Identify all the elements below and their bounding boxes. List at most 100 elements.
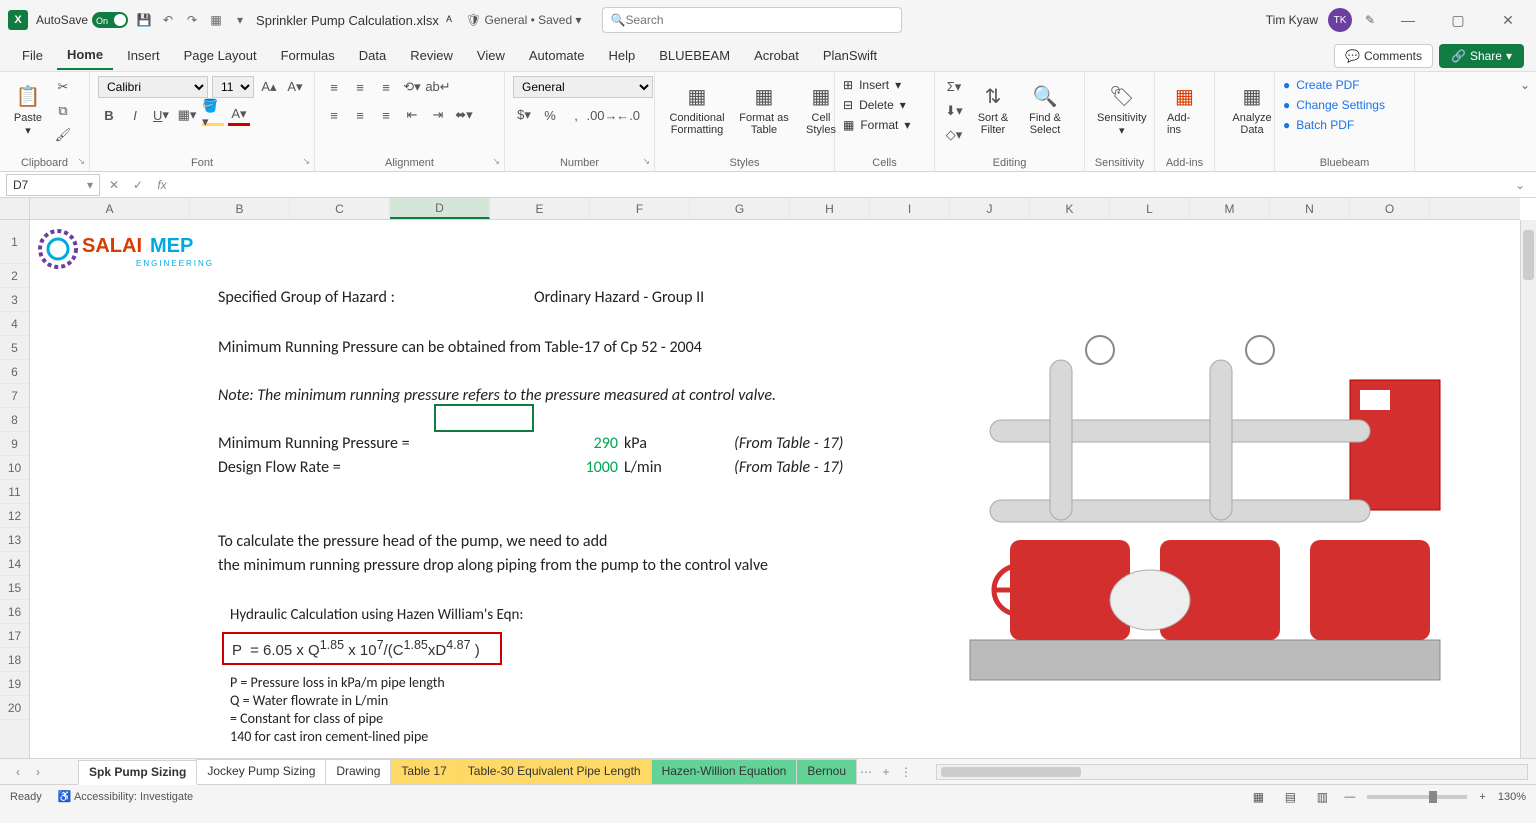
row-header-11[interactable]: 11 (0, 480, 29, 504)
sheet-tab-jockey-pump-sizing[interactable]: Jockey Pump Sizing (196, 759, 326, 784)
row-header-13[interactable]: 13 (0, 528, 29, 552)
page-layout-icon[interactable]: ▤ (1280, 789, 1300, 805)
row-header-15[interactable]: 15 (0, 576, 29, 600)
delete-button[interactable]: ⊟Delete ▾ (843, 96, 906, 114)
cell-legend-q[interactable]: Q = Water flowrate in L/min (230, 692, 388, 709)
tab-bluebeam[interactable]: BLUEBEAM (649, 42, 740, 69)
sheet-tab-bernou[interactable]: Bernou (796, 759, 857, 784)
row-header-9[interactable]: 9 (0, 432, 29, 456)
user-name[interactable]: Tim Kyaw (1266, 13, 1318, 27)
align-center-icon[interactable]: ≡ (349, 104, 371, 126)
col-header-B[interactable]: B (190, 198, 290, 219)
row-header-7[interactable]: 7 (0, 384, 29, 408)
tab-planswift[interactable]: PlanSwift (813, 42, 887, 69)
col-header-O[interactable]: O (1350, 198, 1430, 219)
normal-view-icon[interactable]: ▦ (1248, 789, 1268, 805)
status-accessibility[interactable]: ♿ Accessibility: Investigate (58, 790, 193, 803)
cell-pressure-source[interactable]: Minimum Running Pressure can be obtained… (218, 338, 702, 357)
insert-button[interactable]: ⊞Insert ▾ (843, 76, 901, 94)
file-name[interactable]: Sprinkler Pump Calculation.xlsx ᴬ (256, 13, 452, 28)
tab-view[interactable]: View (467, 42, 515, 69)
row-header-12[interactable]: 12 (0, 504, 29, 528)
row-header-5[interactable]: 5 (0, 336, 29, 360)
col-header-F[interactable]: F (590, 198, 690, 219)
sheet-tab-options[interactable]: ⋮ (896, 762, 916, 782)
cell-calc-line1[interactable]: To calculate the pressure head of the pu… (218, 532, 607, 551)
batch-pdf-button[interactable]: ●Batch PDF (1283, 116, 1354, 134)
close-button[interactable]: ✕ (1488, 4, 1528, 36)
select-all-corner[interactable] (0, 198, 29, 220)
col-header-H[interactable]: H (790, 198, 870, 219)
save-icon[interactable]: 💾 (136, 12, 152, 28)
cell-hazard-value[interactable]: Ordinary Hazard - Group II (534, 288, 704, 307)
name-box[interactable]: D7▾ (6, 174, 100, 196)
dialog-launcher-icon[interactable]: ↘ (77, 156, 85, 167)
col-header-C[interactable]: C (290, 198, 390, 219)
align-right-icon[interactable]: ≡ (375, 104, 397, 126)
font-size-select[interactable]: 11 (212, 76, 254, 98)
sheet-tab-hazen-willion-equation[interactable]: Hazen-Willion Equation (651, 759, 798, 784)
zoom-out-button[interactable]: — (1344, 791, 1355, 803)
row-header-17[interactable]: 17 (0, 624, 29, 648)
col-header-A[interactable]: A (30, 198, 190, 219)
enter-formula-icon[interactable]: ✓ (128, 175, 148, 195)
tab-home[interactable]: Home (57, 41, 113, 70)
col-header-J[interactable]: J (950, 198, 1030, 219)
create-pdf-button[interactable]: ●Create PDF (1283, 76, 1360, 94)
grid-content[interactable]: SALAI MEP ENGINEERING Specified Group of… (30, 220, 1520, 758)
col-header-D[interactable]: D (390, 198, 490, 219)
fx-icon[interactable]: fx (152, 175, 172, 195)
align-middle-icon[interactable]: ≡ (349, 76, 371, 98)
row-header-8[interactable]: 8 (0, 408, 29, 432)
dialog-launcher-icon[interactable]: ↘ (492, 156, 500, 167)
sheet-tab-drawing[interactable]: Drawing (325, 759, 391, 784)
row-header-16[interactable]: 16 (0, 600, 29, 624)
col-header-I[interactable]: I (870, 198, 950, 219)
tab-file[interactable]: File (12, 42, 53, 69)
indent-decrease-icon[interactable]: ⇤ (401, 104, 423, 126)
col-header-E[interactable]: E (490, 198, 590, 219)
decrease-decimal-icon[interactable]: ←.0 (617, 104, 639, 126)
zoom-slider[interactable] (1367, 795, 1467, 799)
cell-calc-line2[interactable]: the minimum running pressure drop along … (218, 556, 768, 575)
row-header-19[interactable]: 19 (0, 672, 29, 696)
number-format-select[interactable]: General (513, 76, 653, 98)
currency-icon[interactable]: $▾ (513, 104, 535, 126)
comments-button[interactable]: 💬 Comments (1334, 44, 1433, 68)
dialog-launcher-icon[interactable]: ↘ (302, 156, 310, 167)
new-sheet-button[interactable]: + (876, 762, 896, 782)
sheet-nav-next[interactable]: › (28, 762, 48, 782)
row-header-4[interactable]: 4 (0, 312, 29, 336)
row-header-1[interactable]: 1 (0, 220, 29, 264)
analyze-button[interactable]: ▦Analyze Data (1223, 76, 1281, 140)
zoom-in-button[interactable]: + (1479, 791, 1485, 803)
sheet-tab-spk-pump-sizing[interactable]: Spk Pump Sizing (78, 760, 197, 785)
minimize-button[interactable]: — (1388, 4, 1428, 36)
tab-help[interactable]: Help (599, 42, 646, 69)
tab-page-layout[interactable]: Page Layout (174, 42, 267, 69)
autosave-toggle[interactable]: AutoSave On (36, 12, 128, 28)
redo-icon[interactable]: ↷ (184, 12, 200, 28)
cell-min-pressure-val[interactable]: 290 (582, 434, 618, 453)
percent-icon[interactable]: % (539, 104, 561, 126)
font-color-icon[interactable]: A▾ (228, 104, 250, 126)
row-header-10[interactable]: 10 (0, 456, 29, 480)
sensitivity-button[interactable]: 🏷Sensitivity▾ (1093, 76, 1151, 141)
cell-min-pressure-unit[interactable]: kPa (624, 434, 647, 453)
grow-font-icon[interactable]: A▴ (258, 76, 280, 98)
fill-color-icon[interactable]: 🪣▾ (202, 104, 224, 126)
qat-icon[interactable]: ▦ (208, 12, 224, 28)
sheet-tab-table-17[interactable]: Table 17 (390, 759, 457, 784)
cell-legend-c[interactable]: = Constant for class of pipe (230, 710, 383, 727)
tab-automate[interactable]: Automate (519, 42, 595, 69)
clear-icon[interactable]: ◇▾ (943, 124, 965, 146)
collapse-ribbon-icon[interactable]: ⌄ (1514, 72, 1536, 171)
formula-input[interactable] (172, 174, 1506, 196)
cell-min-pressure-label[interactable]: Minimum Running Pressure = (218, 434, 410, 453)
increase-decimal-icon[interactable]: .00→ (591, 104, 613, 126)
zoom-level[interactable]: 130% (1498, 791, 1526, 803)
col-header-N[interactable]: N (1270, 198, 1350, 219)
cell-min-pressure-ref[interactable]: (From Table - 17) (734, 434, 843, 453)
undo-icon[interactable]: ↶ (160, 12, 176, 28)
user-avatar[interactable]: TK (1328, 8, 1352, 32)
